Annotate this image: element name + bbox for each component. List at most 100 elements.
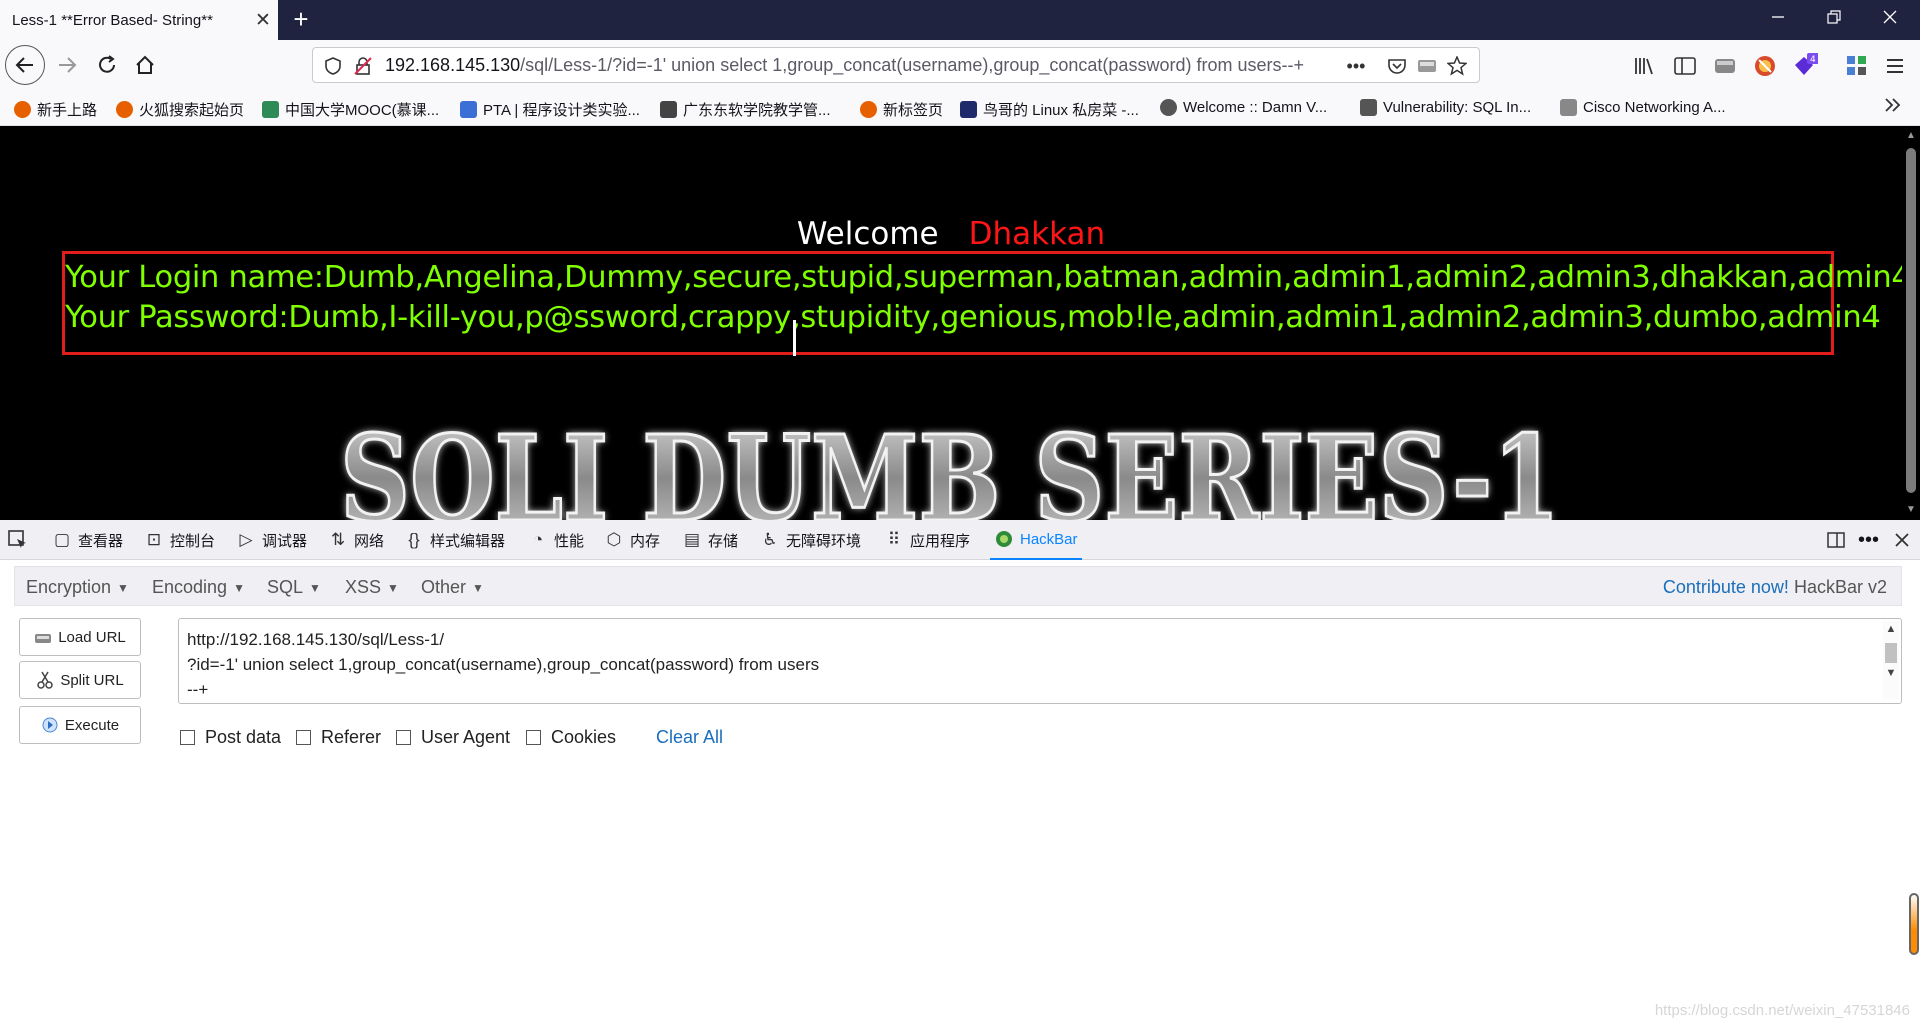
blocker-extension-icon[interactable] [1752,53,1778,79]
chevron-down-icon[interactable]: ▼ [1883,665,1899,681]
new-tab-button[interactable]: + [286,6,316,34]
cookies-option[interactable]: Cookies [526,727,616,748]
load-url-button[interactable]: Load URL [19,618,141,656]
menu-other[interactable]: Other ▼ [421,577,484,598]
clear-all-link[interactable]: Clear All [656,727,723,748]
devtools-menu-icon[interactable]: ••• [1858,520,1879,560]
menu-hamburger-icon[interactable] [1882,53,1908,79]
post-data-checkbox[interactable] [180,730,195,745]
devtools-toolbar: ▢ 查看器 ⊡ 控制台 ▷ 调试器 ⇅ 网络 {} 样式编辑器 ◔ 性能 ⬡ 内存 ▤ 存储 ♿… [0,520,1920,560]
bookmark-item[interactable]: 新手上路 [14,99,97,120]
extension-badge-icon[interactable]: 4 [1792,53,1818,79]
url-host: 192.168.145.130 [385,55,521,75]
side-scroll-indicator[interactable] [1909,893,1919,955]
button-label: Load URL [58,628,126,646]
post-data-option[interactable]: Post data [180,727,281,748]
bookmark-item[interactable]: 火狐搜索起始页 [116,99,244,120]
tab-close-icon[interactable]: ✕ [248,9,278,32]
watermark: https://blog.csdn.net/weixin_47531846 [1654,1002,1910,1019]
school-icon [660,101,677,118]
bookmark-label: PTA | 程序设计类实验... [483,102,640,119]
tab-application[interactable]: ⠿ 应用程序 [884,520,970,560]
bookmarks-overflow-icon[interactable] [1884,95,1902,115]
cookies-checkbox[interactable] [526,730,541,745]
navigation-bar: 192.168.145.130/sql/Less-1/?id=-1' union… [0,40,1920,90]
bookmark-item[interactable]: 新标签页 [860,99,943,120]
screenshot-icon[interactable] [1417,56,1437,76]
sqli-logo: SQLI DUMB SERIES-1 SQLI DUMB SERIES-1 [339,412,1562,520]
textarea-line: ?id=-1' union select 1,group_concat(user… [187,655,820,674]
user-agent-option[interactable]: User Agent [396,727,510,748]
welcome-line: Welcome Dhakkan [0,216,1902,252]
minimize-icon[interactable] [1750,0,1806,40]
tab-network[interactable]: ⇅ 网络 [328,520,384,560]
back-button[interactable] [5,45,45,85]
scroll-thumb[interactable] [1906,148,1916,493]
tab-style-editor[interactable]: {} 样式编辑器 [404,520,505,560]
menu-sql[interactable]: SQL ▼ [267,577,321,598]
url-textarea[interactable]: http://192.168.145.130/sql/Less-1/ ?id=-… [178,618,1902,704]
bookmark-item[interactable]: 中国大学MOOC(慕课... [262,99,439,120]
menu-label: Other [421,577,467,597]
scroll-thumb[interactable] [1885,643,1897,663]
pocket-icon[interactable] [1387,56,1407,76]
scroll-up-icon[interactable]: ▲ [1906,130,1916,141]
referer-checkbox[interactable] [296,730,311,745]
home-button[interactable] [128,48,162,82]
browser-tab[interactable]: Less-1 **Error Based- String** ✕ [0,0,278,40]
extensions-grid-icon[interactable] [1844,53,1870,79]
close-window-icon[interactable] [1862,0,1918,40]
devtools-close-icon[interactable] [1894,520,1910,560]
linux-icon [960,101,977,118]
page-actions-icon[interactable]: ••• [1343,56,1369,76]
bookmark-label: 新手上路 [37,102,98,119]
url-text[interactable]: 192.168.145.130/sql/Less-1/?id=-1' union… [385,55,1304,76]
application-icon: ⠿ [887,530,901,549]
tab-accessibility[interactable]: ♿ 无障碍环境 [760,520,861,560]
menu-encoding[interactable]: Encoding ▼ [152,577,245,598]
menu-xss[interactable]: XSS ▼ [345,577,399,598]
bookmark-label: 中国大学MOOC(慕课... [285,102,440,119]
tab-debugger[interactable]: ▷ 调试器 [236,520,307,560]
bookmark-item[interactable]: Welcome :: Damn V... [1160,99,1327,116]
reload-button[interactable] [90,48,124,82]
bookmark-star-icon[interactable] [1447,56,1467,76]
textarea-scrollbar[interactable]: ▲ ▼ [1883,621,1899,699]
tab-memory[interactable]: ⬡ 内存 [604,520,660,560]
insecure-lock-icon[interactable] [353,56,373,76]
bookmark-item[interactable]: 广东东软学院教学管... [660,99,831,120]
tab-inspector[interactable]: ▢ 查看器 [52,520,123,560]
dock-toggle-icon[interactable] [1826,520,1846,560]
library-icon[interactable] [1632,53,1658,79]
restore-icon[interactable] [1806,0,1862,40]
shield-icon[interactable] [323,56,343,76]
bookmark-item[interactable]: 鸟哥的 Linux 私房菜 -... [960,99,1139,120]
scroll-down-icon[interactable]: ▼ [1906,504,1916,515]
split-url-button[interactable]: Split URL [19,661,141,699]
forward-button[interactable] [50,48,84,82]
element-picker-icon[interactable] [8,520,28,560]
menu-label: XSS [345,577,382,597]
play-icon [41,716,59,734]
user-name: Dhakkan [968,216,1106,252]
tab-label: 存储 [708,532,739,550]
chevron-up-icon[interactable]: ▲ [1883,621,1899,637]
url-bar[interactable]: 192.168.145.130/sql/Less-1/?id=-1' union… [312,47,1480,83]
bookmark-item[interactable]: Cisco Networking A... [1560,99,1726,116]
bookmark-label: 鸟哥的 Linux 私房菜 -... [983,102,1139,119]
sidebar-icon[interactable] [1672,53,1698,79]
page-scrollbar[interactable]: ▲ ▼ [1902,126,1920,520]
tab-hackbar[interactable]: HackBar [990,520,1082,560]
referer-option[interactable]: Referer [296,727,381,748]
tab-performance[interactable]: ◔ 性能 [528,520,584,560]
user-agent-checkbox[interactable] [396,730,411,745]
execute-button[interactable]: Execute [19,706,141,744]
bookmark-item[interactable]: PTA | 程序设计类实验... [460,99,640,120]
contribute-link[interactable]: Contribute now! [1663,577,1789,597]
tab-console[interactable]: ⊡ 控制台 [144,520,215,560]
bookmark-item[interactable]: Vulnerability: SQL In... [1360,99,1531,116]
containers-icon[interactable] [1712,53,1738,79]
firefox-icon [860,101,877,118]
tab-storage[interactable]: ▤ 存储 [682,520,738,560]
menu-encryption[interactable]: Encryption ▼ [26,577,129,598]
